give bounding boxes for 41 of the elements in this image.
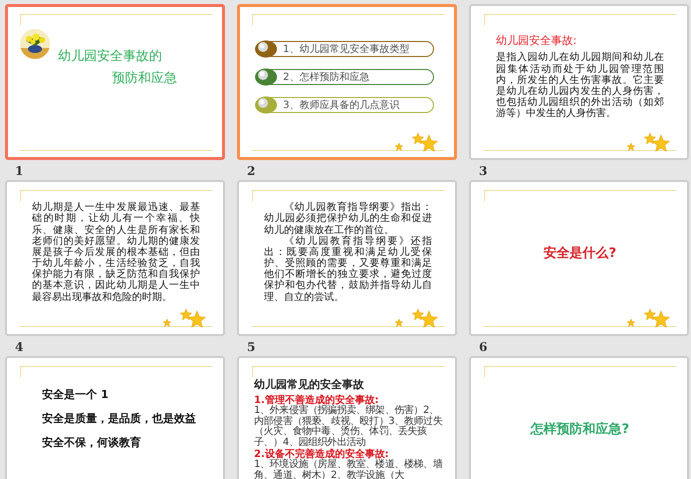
slide-paragraph: 是指入园幼儿在幼儿园期间和幼儿在园集体活动而处于幼儿园管理范围内，所发生的人生伤害事故。它主要是幼儿在幼儿园内发生的人身伤害，也包括幼儿园组织的外出活动（如郊游等）中发生的人身伤害。 xyxy=(496,52,664,120)
slide-number: 1 xyxy=(14,163,24,178)
slide-heading: 幼儿园常见的安全事故 xyxy=(254,377,365,392)
slide-number: 3 xyxy=(478,163,488,178)
slide-line: 安全是质量，是品质，也是效益 xyxy=(42,411,197,426)
slide-number: 2 xyxy=(246,163,256,178)
slide-paragraph: 《幼儿园教育指导纲要》指出：幼儿园必须把保护幼儿的生命和促进幼儿的健康放在工作的首位。 xyxy=(264,202,432,236)
slide-heading: 怎样预防和应急? xyxy=(529,420,630,438)
slide-thumbnail[interactable]: 《幼儿园教育指导纲要》指出：幼儿园必须把保护幼儿的生命和促进幼儿的健康放在工作的首位。 《幼儿园教育指导纲要》还指出：既要高度重视和满足幼儿受保护、受照顾的需要，又要尊重和满足他们不断增长的独立要求，避免过度保护和包办代替，鼓励并指导幼儿自理、自立的尝试。 xyxy=(237,180,457,336)
ball-icon xyxy=(255,96,277,114)
slide-thumbnail[interactable]: 1、幼儿园常见安全事故类型 2、怎样预防和应急 3、教师应具备的几点意识 xyxy=(237,4,457,160)
slide-title: 幼儿园安全事故的 xyxy=(58,48,163,65)
stars-drawing xyxy=(162,307,208,329)
slide-thumbnail[interactable]: 幼儿期是人一生中发展最迅速、最基础的时期，让幼儿有一个幸福、快乐、健康、安全的人生是所有家长和老师们的美好愿望。幼儿期的健康发展是孩子今后发展的根本基础，但由于幼儿年龄小，生活经验贫乏，自我保护能力有限，缺乏防范和自我保护的基本意识，因此幼儿期是人一生中最容易出现事故和危险的时期。 xyxy=(5,180,225,336)
stars-drawing xyxy=(626,307,672,329)
ball-icon xyxy=(255,40,277,58)
section-heading: 2.设备不完善造成的安全事故: xyxy=(254,449,389,460)
slide-heading: 幼儿园安全事故: xyxy=(496,33,578,48)
ball-icon xyxy=(255,68,277,86)
slide-heading: 安全是什么? xyxy=(542,244,618,262)
stars-drawing xyxy=(626,131,672,153)
slide-thumbnail[interactable]: 幼儿园常见的安全事故 1.管理不善造成的安全事故: 1、外来侵害（拐骗拐卖、绑架、伤害）2、内部侵害（猥亵、歧视、殴打）3、教师过失（火灾、食物中毒、烫伤、体罚、丢失孩子、）4、园组织外出活动 2.设备不完善造成的安全事故: 1、环境设施（房屋、教室、楼道、楼梯、墙角、通道、树木）2、教学设施（大 xyxy=(237,356,457,479)
slide-line: 安全是一个 1 xyxy=(42,387,110,402)
slide-thumbnail[interactable]: 安全是一个 1 安全是质量，是品质，也是效益 安全不保，何谈教育 xyxy=(5,356,225,479)
slide-number: 6 xyxy=(478,339,488,354)
slide-line: 安全不保，何谈教育 xyxy=(42,435,142,450)
pill-label: 1、幼儿园常见安全事故类型 xyxy=(283,42,410,56)
slide-thumbnail[interactable]: 幼儿园安全事故: 是指入园幼儿在幼儿园期间和幼儿在园集体活动而处于幼儿园管理范围内，所发生的人生伤害事故。它主要是幼儿在幼儿园内发生的人身伤害，也包括幼儿园组织的外出活动（如郊游等）中发生的人身伤害。 xyxy=(469,4,689,160)
pill-label: 2、怎样预防和应急 xyxy=(283,70,370,84)
slide-title: 预防和应急 xyxy=(111,70,177,87)
section-text: 1、环境设施（房屋、教室、楼道、楼梯、墙角、通道、树木）2、教学设施（大 xyxy=(254,460,444,479)
section-heading: 1.管理不善造成的安全事故: xyxy=(254,395,379,406)
slide-thumbnail[interactable]: 安全是什么? xyxy=(469,180,689,336)
slide-paragraph: 幼儿期是人一生中发展最迅速、最基础的时期，让幼儿有一个幸福、快乐、健康、安全的人生是所有家长和老师们的美好愿望。幼儿期的健康发展是孩子今后发展的根本基础，但由于幼儿年龄小，生活经验贫乏，自我保护能力有限，缺乏防范和自我保护的基本意识，因此幼儿期是人一生中最容易出现事故和危险的时期。 xyxy=(32,202,200,303)
stars-drawing xyxy=(394,131,440,153)
stars-drawing xyxy=(394,307,440,329)
slide-number: 5 xyxy=(246,339,256,354)
section-text: 1、外来侵害（拐骗拐卖、绑架、伤害）2、内部侵害（猥亵、歧视、殴打）3、教师过失（火灾、食物中毒、烫伤、体罚、丢失孩子、）4、园组织外出活动 xyxy=(254,406,444,448)
slide-number: 4 xyxy=(14,339,24,354)
slide-paragraph: 《幼儿园教育指导纲要》还指出：既要高度重视和满足幼儿受保护、受照顾的需要，又要尊重和满足他们不断增长的独立要求，避免过度保护和包办代替，鼓励并指导幼儿自理、自立的尝试。 xyxy=(264,236,432,303)
pill-label: 3、教师应具备的几点意识 xyxy=(283,98,400,112)
